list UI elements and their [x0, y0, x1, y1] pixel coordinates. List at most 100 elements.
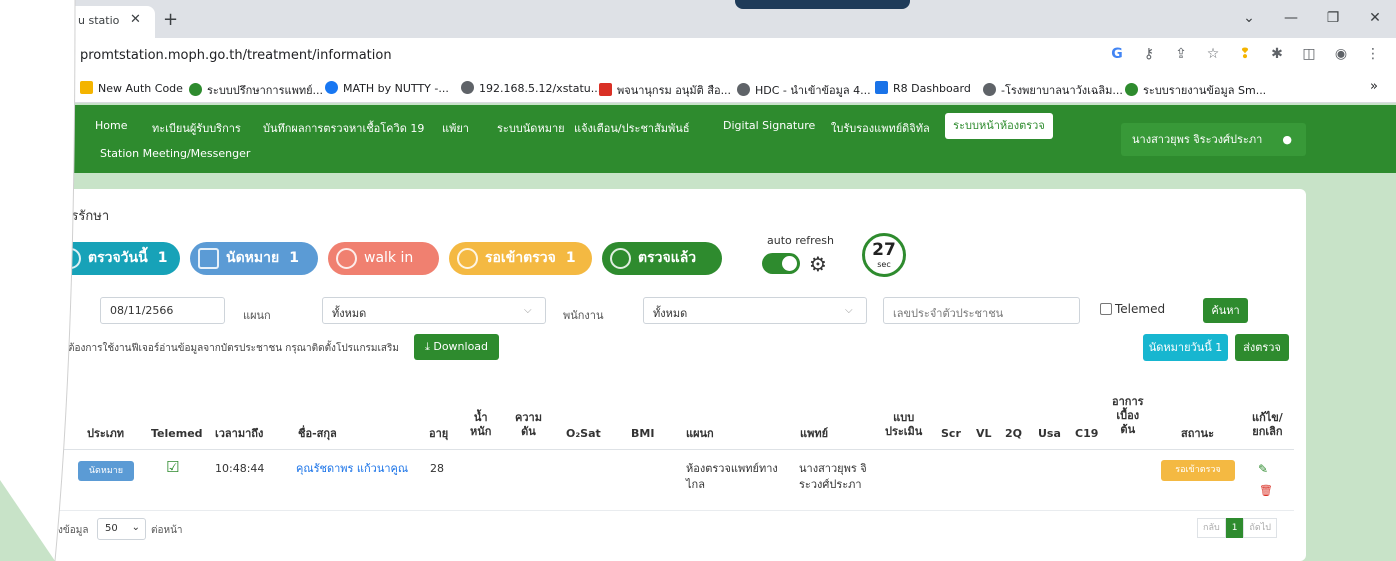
bookmark-icon	[599, 83, 612, 96]
browser-tab-strip: u statio ✕ + ⌄ — ❐ ✕	[0, 0, 1396, 38]
auto-refresh-label: auto refresh	[767, 234, 834, 247]
th-o2sat: O₂Sat	[566, 427, 601, 440]
user-icon: ●	[1282, 133, 1292, 146]
citizen-id-input[interactable]: เลขประจำตัวประชาชน	[883, 297, 1080, 324]
th-pressure: ความ ดัน	[515, 411, 542, 438]
bookmark-item[interactable]: New Auth Code	[80, 81, 183, 95]
nav-exam-room-active[interactable]: ระบบหน้าห้องตรวจ	[945, 113, 1053, 139]
th-weight: น้ำ หนัก	[470, 411, 492, 438]
download-button[interactable]: ⤓ Download	[414, 334, 499, 360]
nav-allergy[interactable]: แพ้ยา	[442, 119, 469, 137]
department-label: แผนก	[243, 309, 271, 322]
cell-age: 28	[430, 462, 444, 475]
star-icon[interactable]: ☆	[1204, 46, 1222, 62]
stat-pill-waiting[interactable]: รอเข้าตรวจ 1	[449, 242, 592, 275]
nav-station-meeting[interactable]: Station Meeting/Messenger	[100, 147, 250, 160]
nav-covid-results[interactable]: บันทึกผลการตรวจหาเชื้อโควิด 19	[263, 119, 424, 137]
extensions-icon[interactable]: ✱	[1268, 46, 1286, 62]
tab-list-icon[interactable]: ⌄	[1228, 0, 1270, 38]
nav-appointment[interactable]: ระบบนัดหมาย	[497, 119, 565, 137]
restore-icon[interactable]: ❐	[1312, 0, 1354, 38]
staff-label: พนักงาน	[563, 309, 604, 322]
tab-title: u statio	[78, 14, 120, 27]
cell-doctor: นางสาวยุพร จิระวงศ์ประภา	[799, 462, 867, 491]
person-icon	[336, 248, 357, 269]
patient-name-link[interactable]: คุณรัชดาพร แก้วนาคูณ	[296, 461, 408, 477]
bookmark-item[interactable]: -โรงพยาบาลนาวังเฉลิม...	[983, 81, 1123, 99]
date-input[interactable]: 08/11/2566	[100, 297, 225, 324]
dashboard-icon	[875, 81, 888, 94]
stat-pill-done[interactable]: ตรวจแล้ว	[602, 242, 722, 275]
menu-icon[interactable]: ⋮	[1364, 46, 1382, 62]
share-icon[interactable]: ⇪	[1172, 46, 1190, 62]
send-exam-button[interactable]: ส่งตรวจ	[1235, 334, 1289, 361]
gear-icon[interactable]: ⚙	[809, 252, 827, 276]
th-doctor: แพทย์	[800, 427, 829, 440]
google-icon[interactable]: G	[1108, 46, 1126, 62]
nav-registry[interactable]: ทะเบียนผู้รับบริการ	[152, 119, 241, 137]
key-icon[interactable]: ⚷	[1140, 46, 1158, 62]
auto-refresh-toggle[interactable]	[762, 253, 800, 274]
th-2q: 2Q	[1005, 427, 1023, 440]
globe-icon	[983, 83, 996, 96]
edit-icon[interactable]: ✎	[1258, 461, 1268, 477]
bookmarks-overflow-icon[interactable]: »	[1370, 79, 1378, 94]
bookmark-item[interactable]: พจนานุกรม อนุมัติ สือ...	[599, 81, 731, 99]
bookmark-item[interactable]: R8 Dashboard	[875, 81, 971, 95]
telemed-check-icon: ☑	[166, 458, 180, 476]
person-icon	[60, 248, 81, 269]
nav-home[interactable]: Home	[95, 119, 127, 132]
th-name: ชื่อ-สกุล	[298, 427, 337, 440]
bookmark-item[interactable]: ระบบรายงานข้อมูล Sm...	[1125, 81, 1266, 99]
download-icon: ⤓	[424, 340, 430, 353]
page-1-button[interactable]: 1	[1225, 518, 1244, 538]
stat-pill-appointment[interactable]: นัดหมาย 1	[190, 242, 318, 275]
tab-search-notch	[735, 0, 910, 9]
bookmark-item[interactable]: HDC - นำเข้าข้อมูล 4...	[737, 81, 871, 99]
nav-digital-signature[interactable]: Digital Signature	[723, 119, 815, 132]
user-name: นางสาวยุพร จิระวงศ์ประภา	[1132, 133, 1263, 146]
page-title: บการรักษา	[48, 209, 110, 224]
bookmark-item[interactable]: ระบบปรึกษาการแพทย์...	[189, 81, 323, 99]
th-vl: VL	[976, 427, 992, 440]
th-edit: แก้ไข/ ยกเลิก	[1252, 411, 1283, 438]
cell-department: ห้องตรวจแพทย์ทางไกล	[686, 462, 778, 491]
new-tab-icon[interactable]: +	[163, 9, 178, 30]
today-appointment-button[interactable]: นัดหมายวันนี้ 1	[1143, 334, 1228, 361]
bookmark-item[interactable]: MATH by NUTTY -...	[325, 81, 449, 95]
th-department: แผนก	[686, 427, 714, 440]
nav-digital-certificate[interactable]: ใบรับรองแพทย์ดิจิทัล	[831, 119, 930, 137]
delete-icon[interactable]: 🗑	[1259, 483, 1273, 499]
next-page-button[interactable]: ถัดไป	[1243, 518, 1277, 538]
date-label: รวจ	[52, 309, 71, 322]
globe-icon	[461, 81, 474, 94]
staff-select[interactable]: ทั้งหมด	[643, 297, 867, 324]
page-size-select[interactable]: 50 ⌄	[97, 518, 146, 540]
side-panel-icon[interactable]: ◫	[1300, 46, 1318, 62]
extension-bulb-icon[interactable]: ❢	[1236, 46, 1254, 62]
user-menu-button[interactable]: นางสาวยุพร จิระวงศ์ประภา ●	[1121, 123, 1306, 156]
table-row-divider	[32, 510, 1294, 511]
profile-icon[interactable]: ◉	[1332, 46, 1350, 62]
prev-page-button[interactable]: กลับ	[1197, 518, 1226, 538]
search-button[interactable]: ค้นหา	[1203, 298, 1248, 323]
stat-pill-today[interactable]: ตรวจวันนี้ 1	[52, 242, 180, 275]
per-page-label: ต่อหน้า	[151, 525, 183, 536]
check-circle-icon	[610, 248, 631, 269]
department-select[interactable]: ทั้งหมด	[322, 297, 546, 324]
nav-announcement[interactable]: แจ้งเตือน/ประชาสัมพันธ์	[574, 119, 690, 137]
window-controls: ⌄ — ❐ ✕	[1228, 0, 1396, 38]
th-arrival: เวลามาถึง	[215, 427, 264, 440]
bookmark-item[interactable]: 192.168.5.12/xstatu...	[461, 81, 601, 95]
chevron-down-icon: ⌵	[845, 305, 853, 316]
close-window-icon[interactable]: ✕	[1354, 0, 1396, 38]
refresh-countdown: 27 sec	[862, 233, 906, 277]
th-symptom: อาการ เบื้อง ต้น	[1112, 395, 1144, 436]
url-field[interactable]: promtstation.moph.go.th/treatment/inform…	[80, 48, 392, 63]
minimize-icon[interactable]: —	[1270, 0, 1312, 38]
clock-icon	[457, 248, 478, 269]
stat-pill-walkin[interactable]: walk in	[328, 242, 439, 275]
close-tab-icon[interactable]: ✕	[130, 12, 141, 27]
th-usa: Usa	[1038, 427, 1061, 440]
telemed-checkbox[interactable]	[1100, 303, 1112, 315]
